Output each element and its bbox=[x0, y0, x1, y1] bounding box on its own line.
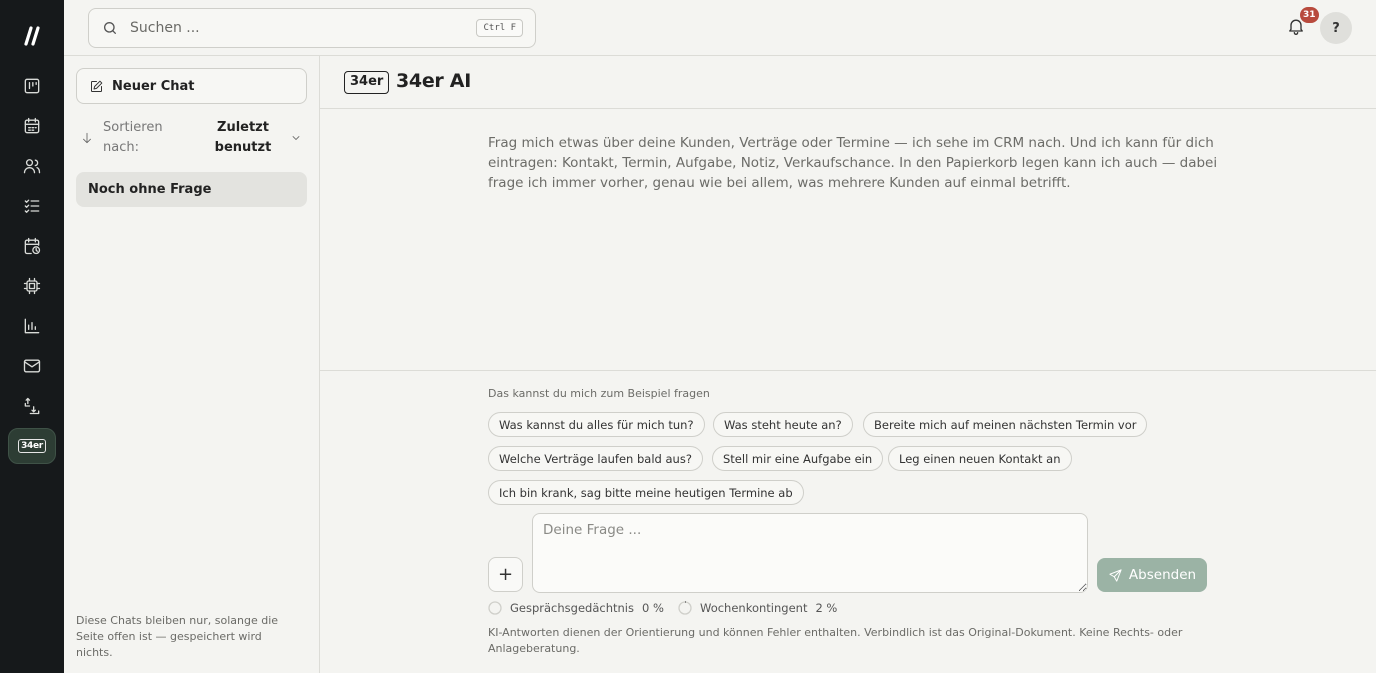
ai-tag: 34er bbox=[344, 71, 390, 94]
reports-icon[interactable] bbox=[20, 314, 44, 338]
sort-value: Zuletzt benutzt bbox=[214, 120, 272, 155]
attach-button[interactable]: + bbox=[488, 557, 523, 592]
suggestion-chip[interactable]: Leg einen neuen Kontakt an bbox=[888, 446, 1072, 471]
memory-value: 0 % bbox=[641, 601, 664, 615]
page-title: 34er AI bbox=[396, 70, 471, 92]
kanban-icon[interactable] bbox=[20, 74, 44, 98]
send-button[interactable]: Absenden bbox=[1097, 558, 1207, 592]
search-icon bbox=[104, 22, 116, 34]
app-rail: 34er bbox=[0, 0, 64, 673]
suggestion-chip[interactable]: Was steht heute an? bbox=[713, 412, 853, 437]
quota-meter: Wochenkontingent 2 % bbox=[678, 601, 837, 615]
chevron-down-icon bbox=[292, 136, 300, 140]
app-logo-icon[interactable] bbox=[20, 24, 44, 48]
calendar-icon[interactable] bbox=[20, 114, 44, 138]
quota-ring bbox=[678, 601, 692, 615]
send-icon bbox=[1109, 568, 1122, 582]
chat-sidebar: Neuer Chat Sortieren nach: Zuletzt benut… bbox=[64, 56, 320, 673]
suggestions-title: Das kannst du mich zum Beispiel fragen bbox=[488, 387, 710, 400]
ai-assistant-nav-item[interactable]: 34er bbox=[8, 428, 56, 464]
top-bar: Suchen ... Ctrl F 31 ? bbox=[64, 0, 1376, 56]
search-shortcut: Ctrl F bbox=[476, 19, 523, 37]
notification-badge: 31 bbox=[1300, 7, 1319, 23]
question-input[interactable] bbox=[532, 513, 1088, 593]
assistant-intro: Frag mich etwas über deine Kunden, Vertr… bbox=[488, 135, 1218, 191]
search-input[interactable]: Suchen ... Ctrl F bbox=[88, 8, 536, 48]
new-chat-button[interactable]: Neuer Chat bbox=[76, 68, 307, 104]
tasks-icon[interactable] bbox=[20, 194, 44, 218]
arrow-down-icon bbox=[83, 132, 91, 144]
ai-disclaimer: KI-Antworten dienen der Orientierung und… bbox=[488, 626, 1183, 655]
sort-label: Sortieren nach: bbox=[103, 120, 163, 155]
chat-list-item[interactable]: Noch ohne Frage bbox=[76, 172, 307, 207]
suggestion-chip[interactable]: Stell mir eine Aufgabe ein bbox=[712, 446, 884, 471]
chat-main: 34er 34er AI Frag mich etwas über deine … bbox=[320, 56, 1376, 673]
help-button[interactable]: ? bbox=[1320, 12, 1352, 44]
suggestion-chip[interactable]: Ich bin krank, sag bitte meine heutigen … bbox=[488, 480, 804, 505]
quota-label: Wochenkontingent bbox=[700, 601, 808, 615]
mail-icon[interactable] bbox=[20, 354, 44, 378]
contacts-icon[interactable] bbox=[20, 154, 44, 178]
chat-header: 34er 34er AI bbox=[320, 56, 1376, 109]
suggestion-chip[interactable]: Was kannst du alles für mich tun? bbox=[488, 412, 705, 437]
divider bbox=[320, 370, 1376, 371]
suggestion-chip[interactable]: Bereite mich auf meinen nächsten Termin … bbox=[863, 412, 1148, 437]
import-export-icon[interactable] bbox=[20, 394, 44, 418]
sidebar-note: Diese Chats bleiben nur, solange die Sei… bbox=[76, 614, 279, 659]
suggestion-chip[interactable]: Welche Verträge laufen bald aus? bbox=[488, 446, 703, 471]
send-label: Absenden bbox=[1128, 567, 1197, 583]
memory-ring bbox=[488, 601, 502, 615]
chip-icon[interactable] bbox=[20, 274, 44, 298]
memory-label: Gesprächsgedächtnis bbox=[510, 601, 634, 615]
quota-value: 2 % bbox=[815, 601, 838, 615]
search-placeholder: Suchen ... bbox=[130, 20, 200, 36]
sort-select[interactable]: Sortieren nach: Zuletzt benutzt bbox=[80, 118, 306, 160]
new-chat-label: Neuer Chat bbox=[112, 78, 195, 94]
ai-assistant-label: 34er bbox=[18, 439, 46, 453]
edit-icon bbox=[91, 80, 103, 92]
schedule-icon[interactable] bbox=[20, 234, 44, 258]
memory-meter: Gesprächsgedächtnis 0 % bbox=[488, 601, 664, 615]
